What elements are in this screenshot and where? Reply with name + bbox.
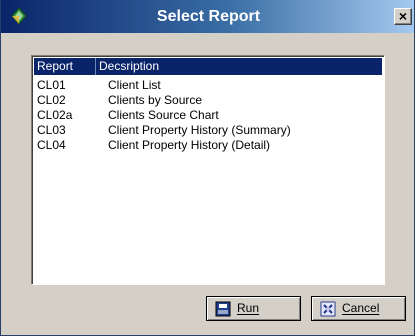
title-bar[interactable]: Select Report × (1, 0, 414, 33)
report-code: CL03 (37, 123, 66, 137)
list-item[interactable]: CL02 Clients by Source (34, 93, 382, 108)
column-header-report[interactable]: Report (34, 58, 96, 75)
column-header-description[interactable]: Decsription (96, 58, 384, 75)
report-code: CL01 (37, 78, 66, 92)
select-report-dialog: Select Report × Report Decsription CL01 … (0, 0, 415, 336)
cancel-icon (320, 301, 336, 317)
run-button[interactable]: Run (206, 296, 301, 321)
printer-icon (215, 301, 231, 317)
report-code: CL02a (37, 108, 73, 122)
list-header: Report Decsription (34, 58, 382, 75)
report-description: Client List (108, 78, 161, 92)
list-item[interactable]: CL02a Clients Source Chart (34, 108, 382, 123)
report-list[interactable]: Report Decsription CL01 Client List CL02… (31, 55, 385, 285)
run-label: Run (237, 301, 260, 315)
report-description: Clients Source Chart (108, 108, 219, 122)
list-item[interactable]: CL03 Client Property History (Summary) (34, 123, 382, 138)
report-code: CL02 (37, 93, 66, 107)
close-button[interactable]: × (394, 8, 412, 25)
report-description: Client Property History (Detail) (108, 138, 271, 152)
cancel-label: Cancel (342, 301, 380, 315)
list-item[interactable]: CL04 Client Property History (Detail) (34, 138, 382, 153)
list-item[interactable]: CL01 Client List (34, 78, 382, 93)
report-code: CL04 (37, 138, 66, 152)
list-rows: CL01 Client List CL02 Clients by Source … (34, 78, 382, 153)
report-description: Client Property History (Summary) (108, 123, 291, 137)
window-title: Select Report (156, 8, 261, 25)
cancel-button[interactable]: Cancel (311, 296, 406, 321)
report-description: Clients by Source (108, 93, 203, 107)
